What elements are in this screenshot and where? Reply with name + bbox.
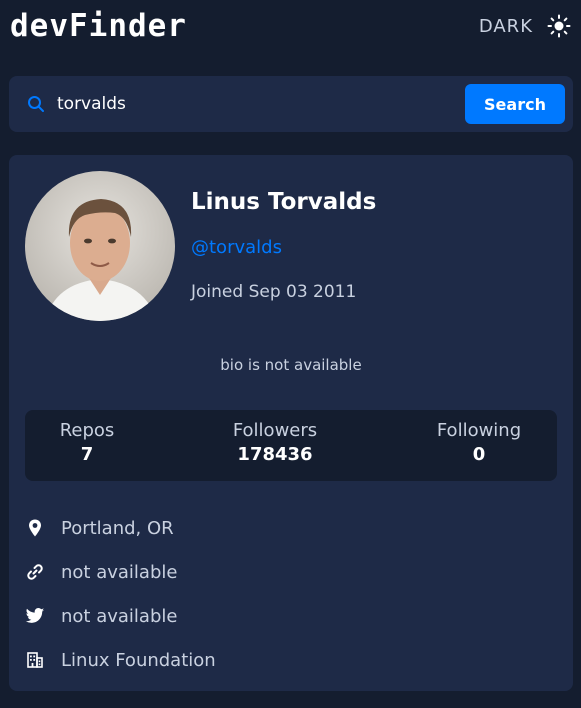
search-input[interactable] [57, 86, 457, 122]
location-row: Portland, OR [25, 515, 174, 541]
header: devFinder DARK [10, 6, 571, 46]
location-text: Portland, OR [61, 517, 174, 539]
profile-name: Linus Torvalds [191, 189, 377, 215]
stat-value: 0 [472, 444, 486, 465]
stat-followers: Followers 178436 [225, 420, 325, 465]
app-logo: devFinder [10, 8, 187, 44]
twitter-text: not available [61, 605, 178, 627]
blog-row: not available [25, 559, 177, 585]
search-icon [28, 96, 44, 112]
blog-text: not available [61, 561, 178, 583]
theme-toggle[interactable]: DARK [479, 12, 571, 40]
link-icon [27, 564, 43, 580]
app: devFinder DARK torvalds Search Linus Tor… [0, 0, 581, 708]
office-building-icon [27, 652, 43, 668]
location-pin-icon [29, 519, 41, 537]
twitter-row: not available [25, 603, 177, 629]
stat-value: 7 [80, 444, 94, 465]
profile-card: Linus Torvalds @torvalds Joined Sep 03 2… [9, 155, 573, 691]
sun-icon [547, 14, 571, 38]
profile-login-link[interactable]: @torvalds [191, 237, 282, 258]
stat-label: Following [436, 420, 522, 441]
company-row: Linux Foundation [25, 647, 216, 673]
stat-following: Following 0 [429, 420, 529, 465]
search-button[interactable]: Search [465, 84, 565, 124]
company-text: Linux Foundation [61, 649, 216, 671]
stat-repos: Repos 7 [55, 420, 119, 465]
search-bar: Search [9, 76, 573, 132]
profile-bio: bio is not available [220, 356, 362, 374]
stat-value: 178436 [237, 444, 313, 465]
profile-joined-date: Joined Sep 03 2011 [191, 282, 357, 302]
twitter-icon [25, 608, 45, 623]
avatar [25, 171, 175, 321]
stat-label: Repos [59, 420, 115, 441]
stat-label: Followers [232, 420, 318, 441]
theme-label: DARK [478, 15, 533, 37]
stats-panel: Repos 7 Followers 178436 Following 0 [25, 410, 557, 481]
